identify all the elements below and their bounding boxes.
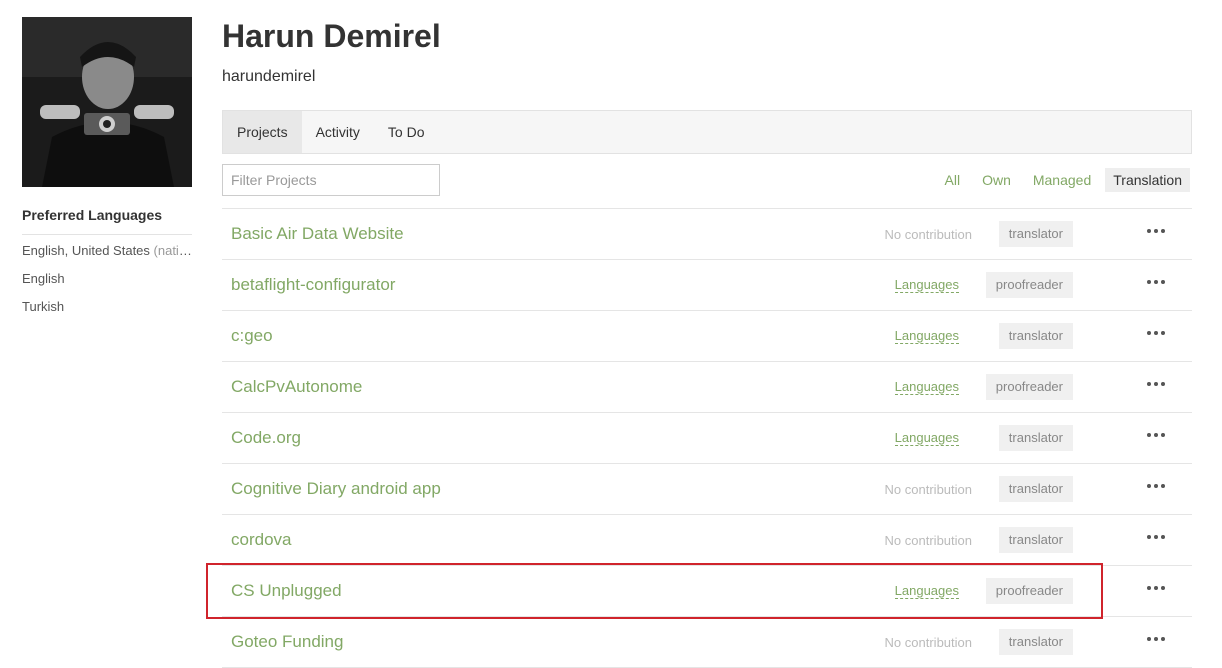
tab-projects[interactable]: Projects (223, 111, 302, 153)
project-row: Goteo Funding No contribution translator (222, 617, 1192, 668)
role-badge: proofreader (985, 272, 1073, 298)
project-name-link[interactable]: c:geo (231, 326, 273, 346)
project-name-link[interactable]: betaflight-configurator (231, 275, 395, 295)
project-name-link[interactable]: Basic Air Data Website (231, 224, 404, 244)
project-filter-group: All Own Managed Translation (931, 168, 1190, 192)
project-row: c:geo Languages translator (222, 311, 1192, 362)
project-list: Basic Air Data Website No contribution t… (222, 208, 1192, 668)
project-row: betaflight-configurator Languages proofr… (222, 260, 1192, 311)
filter-projects-input[interactable] (222, 164, 440, 196)
project-row: cordova No contribution translator (222, 515, 1192, 566)
more-options-icon[interactable] (1147, 481, 1165, 491)
language-item: English (22, 271, 192, 299)
project-row: Code.org Languages translator (222, 413, 1192, 464)
project-name-link[interactable]: Code.org (231, 428, 301, 448)
language-item: Turkish (22, 299, 192, 327)
tab-activity[interactable]: Activity (302, 111, 374, 153)
filter-own[interactable]: Own (974, 168, 1019, 192)
preferred-languages-heading: Preferred Languages (22, 207, 192, 235)
languages-link[interactable]: Languages (894, 380, 959, 395)
role-badge: translator (998, 476, 1073, 502)
more-options-icon[interactable] (1147, 532, 1165, 542)
filter-managed[interactable]: Managed (1025, 168, 1099, 192)
project-status: No contribution (884, 533, 972, 548)
language-label: Turkish (22, 299, 65, 314)
languages-link[interactable]: Languages (894, 278, 959, 293)
tab-todo[interactable]: To Do (374, 111, 439, 153)
more-options-icon[interactable] (1147, 379, 1165, 389)
project-status: No contribution (884, 227, 972, 242)
more-options-icon[interactable] (1147, 430, 1165, 440)
language-native-note: (native) (153, 243, 192, 258)
project-row: Cognitive Diary android app No contribut… (222, 464, 1192, 515)
project-row: Basic Air Data Website No contribution t… (222, 209, 1192, 260)
profile-photo-icon (22, 17, 192, 187)
project-status: No contribution (884, 482, 972, 497)
project-name-link[interactable]: Goteo Funding (231, 632, 343, 652)
more-options-icon[interactable] (1147, 634, 1165, 644)
more-options-icon[interactable] (1147, 226, 1165, 236)
languages-link[interactable]: Languages (894, 329, 959, 344)
project-row: CalcPvAutonome Languages proofreader (222, 362, 1192, 413)
role-badge: translator (998, 221, 1073, 247)
project-row: CS Unplugged Languages proofreader (222, 566, 1192, 617)
languages-link[interactable]: Languages (894, 431, 959, 446)
filter-translation[interactable]: Translation (1105, 168, 1190, 192)
role-badge: proofreader (985, 374, 1073, 400)
project-name-link[interactable]: Cognitive Diary android app (231, 479, 441, 499)
role-badge: proofreader (985, 578, 1073, 604)
filter-all[interactable]: All (937, 168, 969, 192)
preferred-languages-list: English, United States (native) English … (22, 243, 192, 327)
project-status: No contribution (884, 635, 972, 650)
profile-username: harundemirel (222, 68, 316, 85)
language-item: English, United States (native) (22, 243, 192, 271)
languages-link[interactable]: Languages (894, 584, 959, 599)
role-badge: translator (998, 629, 1073, 655)
avatar (22, 17, 192, 187)
project-name-link[interactable]: CalcPvAutonome (231, 377, 362, 397)
project-name-link[interactable]: CS Unplugged (231, 581, 342, 601)
more-options-icon[interactable] (1147, 583, 1165, 593)
role-badge: translator (998, 323, 1073, 349)
more-options-icon[interactable] (1147, 277, 1165, 287)
more-options-icon[interactable] (1147, 328, 1165, 338)
profile-name: Harun Demirel (222, 18, 441, 54)
profile-tabs: Projects Activity To Do (222, 110, 1192, 154)
language-label: English (22, 271, 65, 286)
role-badge: translator (998, 527, 1073, 553)
project-name-link[interactable]: cordova (231, 530, 291, 550)
role-badge: translator (998, 425, 1073, 451)
language-label: English, United States (22, 243, 150, 258)
